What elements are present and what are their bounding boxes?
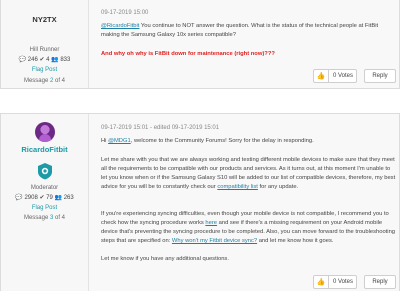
message-of: of 4: [55, 215, 66, 221]
author-stats: 💬 246 ✔ 4 👥 833: [1, 56, 88, 63]
kudos-icon: 💬: [18, 57, 27, 63]
posts-icon: 👥: [51, 57, 59, 63]
message-of: of 4: [55, 78, 66, 84]
post-body: @RicardoFitbit You continue to NOT answe…: [101, 22, 397, 40]
post-message-3: RicardoFitbit Moderator 💬 2908 ✔ 79 👥 26…: [0, 113, 400, 291]
paragraph-text-rest: for any update.: [257, 184, 299, 190]
reply-button[interactable]: Reply: [364, 69, 396, 83]
paragraph-text-rest: and let me know how it goes.: [257, 238, 334, 244]
kudos-count: 246: [27, 57, 38, 63]
posts-count: 263: [63, 195, 74, 201]
post-date: 09-17-2019 15:00: [101, 10, 149, 16]
post-content: 09-17-2019 15:00 @RicardoFitbit You cont…: [89, 0, 399, 88]
thumbs-up-icon: 👍: [314, 70, 329, 82]
kudos-button[interactable]: 👍 0 Votes: [313, 69, 357, 83]
author-panel: NY2TX Hill Runner 💬 246 ✔ 4 👥 833 Flag P…: [1, 0, 89, 88]
flag-post-link[interactable]: Flag Post: [32, 205, 57, 211]
post-body-text: You continue to NOT answer the question.…: [101, 23, 379, 38]
post-greeting: Hi @MDG1, welcome to the Community Forum…: [101, 137, 397, 146]
message-number: Message 2 of 4: [1, 78, 88, 84]
moderator-badge-icon: [38, 163, 52, 180]
votes-count: 0 Votes: [333, 73, 354, 79]
posts-icon: 👥: [54, 195, 63, 201]
author-rank: Moderator: [30, 185, 59, 191]
message-label: Message: [23, 215, 49, 221]
kudos-count: 2908: [24, 195, 38, 201]
message-number-link[interactable]: 3: [50, 215, 53, 221]
post-date: 09-17-2019 15:01 - edited 09-17-2019 15:…: [101, 125, 220, 131]
author-stats: 💬 2908 ✔ 79 👥 263: [1, 194, 88, 201]
thumbs-up-icon: 👍: [314, 276, 329, 288]
here-link[interactable]: here: [205, 220, 217, 226]
solutions-icon: ✔: [39, 57, 45, 63]
posts-count: 833: [60, 57, 71, 63]
post-paragraph-2: Let me share with you that we are always…: [101, 156, 397, 192]
author-username[interactable]: RicardoFitbit: [21, 145, 67, 154]
message-number: Message 3 of 4: [1, 215, 88, 221]
solutions-count: 79: [46, 195, 53, 201]
post-paragraph-3: If you're experiencing syncing difficult…: [101, 210, 397, 246]
kudos-icon: 💬: [15, 195, 23, 201]
greeting-text-rest: , welcome to the Community Forums! Sorry…: [130, 138, 314, 144]
compatibility-list-link[interactable]: compatibility list: [217, 184, 258, 190]
author-panel: RicardoFitbit Moderator 💬 2908 ✔ 79 👥 26…: [1, 114, 89, 291]
post-content: 09-17-2019 15:01 - edited 09-17-2019 15:…: [89, 114, 399, 291]
author-rank: Hill Runner: [29, 47, 60, 53]
mention-link[interactable]: @RicardoFitbit: [101, 23, 139, 29]
sync-help-link[interactable]: Why won't my Fitbit device sync?: [172, 238, 257, 244]
avatar[interactable]: [35, 122, 55, 142]
post-alert-text: And why oh why is FitBit down for mainte…: [101, 51, 275, 57]
reply-button[interactable]: Reply: [364, 275, 396, 289]
solutions-count: 4: [46, 57, 50, 63]
message-number-link[interactable]: 2: [50, 78, 53, 84]
kudos-button[interactable]: 👍 0 Votes: [313, 275, 357, 289]
author-username[interactable]: NY2TX: [32, 15, 56, 24]
votes-count: 0 Votes: [333, 279, 354, 285]
post-message-2: NY2TX Hill Runner 💬 246 ✔ 4 👥 833 Flag P…: [0, 0, 400, 89]
mention-link[interactable]: @MDG1: [108, 138, 131, 144]
flag-post-link[interactable]: Flag Post: [32, 67, 57, 73]
solutions-icon: ✔: [39, 195, 45, 201]
message-label: Message: [23, 78, 49, 84]
post-paragraph-4: Let me know if you have any additional q…: [101, 256, 229, 262]
